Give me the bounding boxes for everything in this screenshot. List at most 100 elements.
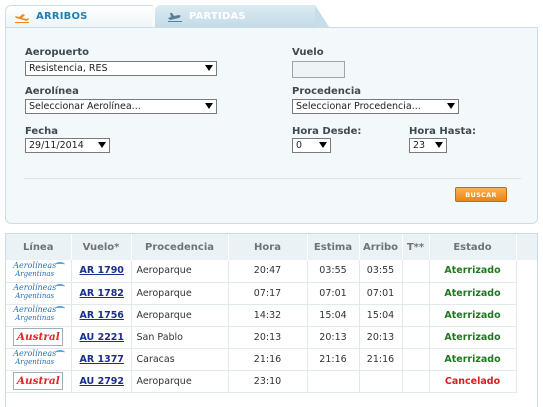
cell-arribo: 21:16: [359, 348, 403, 371]
austral-logo: Austral: [13, 328, 64, 346]
form-divider: [24, 178, 521, 179]
vuelo-input[interactable]: [292, 61, 345, 78]
cell-arribo: 15:04: [359, 304, 403, 327]
cell-arribo: 03:55: [359, 260, 403, 283]
hora-desde-select[interactable]: 0: [292, 138, 331, 153]
col-header-procedencia[interactable]: Procedencia: [131, 234, 229, 260]
flight-link[interactable]: AR 1377: [80, 354, 124, 365]
austral-logo: Austral: [13, 372, 64, 390]
cell-linea: Aerolíneas Argentinas: [6, 282, 72, 305]
cell-linea: Aerolíneas Argentinas: [6, 260, 72, 283]
cell-estado: Aterrizado: [429, 348, 517, 371]
hora-hasta-select[interactable]: 23: [409, 138, 447, 153]
cell-procedencia: Aeroparque: [131, 260, 229, 283]
col-header-hora[interactable]: Hora: [228, 234, 308, 260]
arrivals-table: Línea Vuelo* Procedencia Hora Estima Arr…: [6, 234, 517, 393]
cell-terminal: [402, 260, 430, 283]
tab-partidas-label: PARTIDAS: [189, 10, 246, 22]
aerolineas-argentinas-logo: Aerolíneas Argentinas: [13, 306, 66, 324]
plane-landing-icon: [15, 13, 29, 23]
logo-line-2: Argentinas: [15, 292, 55, 300]
col-header-vuelo[interactable]: Vuelo*: [71, 234, 132, 260]
procedencia-select-value: Seleccionar Procedencia...: [296, 101, 421, 112]
cell-estima: 20:13: [307, 326, 360, 349]
aeropuerto-select[interactable]: Resistencia, RES: [25, 61, 217, 76]
flight-link[interactable]: AU 2221: [80, 332, 125, 343]
hora-desde-select-value: 0: [296, 140, 303, 151]
logo-line-2: Argentinas: [15, 269, 55, 278]
cell-procedencia: Aeroparque: [131, 370, 229, 393]
cell-terminal: [402, 370, 430, 393]
chevron-down-icon: [435, 142, 443, 148]
cell-estado: Aterrizado: [429, 282, 517, 305]
tab-bar: ARRIBOS PARTIDAS: [5, 5, 538, 28]
table-header-row: Línea Vuelo* Procedencia Hora Estima Arr…: [6, 234, 517, 260]
table-header-filler: [517, 234, 537, 260]
cell-procedencia: Aeroparque: [131, 304, 229, 327]
swoosh-icon: [55, 284, 66, 289]
cell-vuelo: AR 1377: [71, 348, 132, 371]
search-form-panel: Aeropuerto Resistencia, RES Vuelo Aerolí…: [5, 27, 538, 224]
results-panel: Línea Vuelo* Procedencia Hora Estima Arr…: [5, 233, 538, 407]
hora-desde-label: Hora Desde:: [292, 126, 362, 137]
plane-takeoff-icon: [168, 13, 182, 22]
aerolinea-label: Aerolínea: [25, 86, 79, 97]
aerolinea-select[interactable]: Seleccionar Aerolínea...: [25, 99, 217, 114]
col-header-estado[interactable]: Estado: [429, 234, 517, 260]
flight-link[interactable]: AU 2792: [80, 376, 125, 387]
table-row: Aerolíneas Argentinas AR 1377 Caracas 21:16 2…: [6, 348, 517, 371]
cell-estado: Aterrizado: [429, 260, 517, 283]
chevron-down-icon: [319, 142, 327, 148]
fecha-label: Fecha: [25, 126, 59, 137]
cell-vuelo: AR 1782: [71, 282, 132, 305]
tab-partidas[interactable]: PARTIDAS: [155, 5, 329, 27]
table-row: Austral AU 2792 Aeroparque 23:10 Cancelado: [6, 370, 517, 393]
cell-estima: 07:01: [307, 282, 360, 305]
table-row: Aerolíneas Argentinas AR 1756 Aeroparque 14:…: [6, 304, 517, 327]
chevron-down-icon: [205, 65, 213, 71]
chevron-down-icon: [205, 103, 213, 109]
cell-hora: 20:13: [228, 326, 308, 349]
cell-arribo: [359, 370, 403, 393]
cell-hora: 14:32: [228, 304, 308, 327]
fecha-select[interactable]: 29/11/2014: [25, 138, 110, 153]
tab-arribos[interactable]: ARRIBOS: [5, 5, 166, 28]
aerolineas-argentinas-logo: Aerolíneas Argentinas: [13, 350, 66, 368]
cell-terminal: [402, 304, 430, 327]
cell-arribo: 20:13: [359, 326, 403, 349]
flight-link[interactable]: AR 1782: [80, 288, 124, 299]
cell-vuelo: AU 2221: [71, 326, 132, 349]
cell-hora: 07:17: [228, 282, 308, 305]
fecha-select-value: 29/11/2014: [29, 140, 84, 151]
cell-terminal: [402, 348, 430, 371]
col-header-terminal[interactable]: T**: [402, 234, 430, 260]
table-row: Aerolíneas Argentinas AR 1782 Aeroparque 07:…: [6, 282, 517, 305]
aerolineas-argentinas-logo: Aerolíneas Argentinas: [13, 284, 66, 302]
hora-hasta-select-value: 23: [413, 140, 426, 151]
cell-procedencia: San Pablo: [131, 326, 229, 349]
cell-estado: Aterrizado: [429, 326, 517, 349]
logo-line-2: Argentinas: [15, 314, 55, 322]
logo-line-2: Argentinas: [15, 358, 55, 366]
procedencia-select[interactable]: Seleccionar Procedencia...: [292, 99, 459, 114]
swoosh-icon: [55, 350, 66, 355]
chevron-down-icon: [98, 142, 106, 148]
cell-procedencia: Aeroparque: [131, 282, 229, 305]
col-header-estima[interactable]: Estima: [307, 234, 360, 260]
swoosh-icon: [55, 306, 66, 311]
cell-estado: Aterrizado: [429, 304, 517, 327]
col-header-arribo[interactable]: Arribo: [359, 234, 403, 260]
chevron-down-icon: [447, 103, 455, 109]
cell-hora: 21:16: [228, 348, 308, 371]
flight-link[interactable]: AR 1756: [80, 310, 124, 321]
flight-link[interactable]: AR 1790: [80, 265, 124, 276]
cell-procedencia: Caracas: [131, 348, 229, 371]
cell-linea: Austral: [6, 370, 72, 393]
buscar-button[interactable]: BUSCAR: [455, 187, 507, 202]
aerolinea-select-value: Seleccionar Aerolínea...: [29, 101, 141, 112]
col-header-linea[interactable]: Línea: [6, 234, 72, 260]
cell-estima: [307, 370, 360, 393]
cell-hora: 20:47: [228, 260, 308, 283]
cell-estima: 15:04: [307, 304, 360, 327]
cell-estima: 03:55: [307, 260, 360, 283]
